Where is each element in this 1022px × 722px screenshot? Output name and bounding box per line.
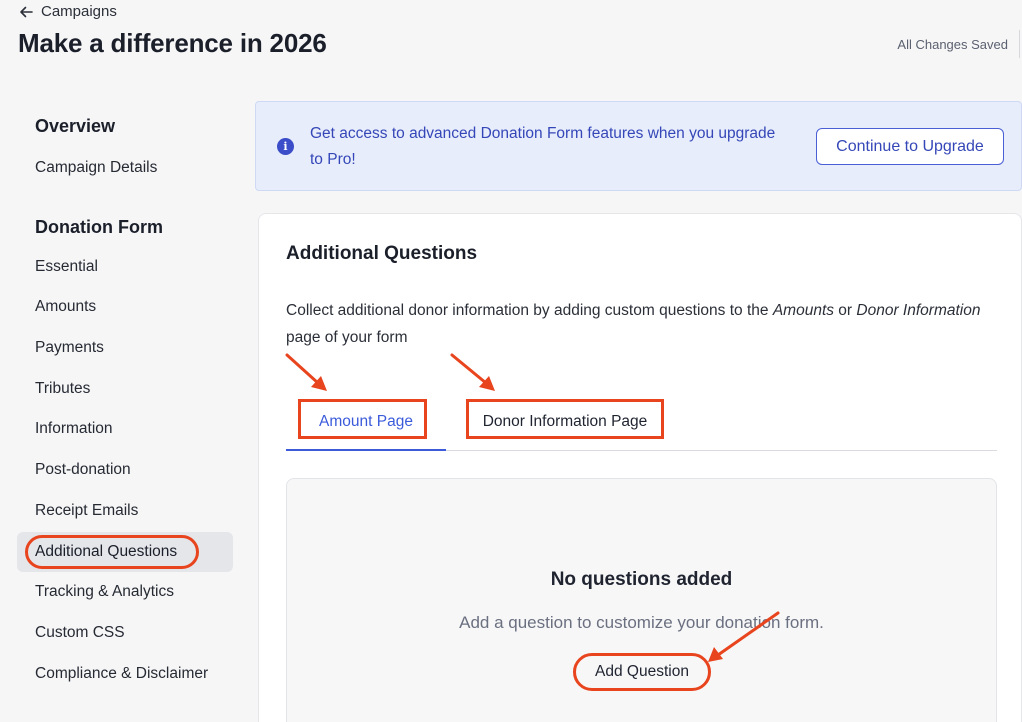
back-to-campaigns-link[interactable]: Campaigns — [18, 3, 117, 20]
sidebar-heading-overview: Overview — [35, 116, 116, 136]
sidebar-item-essential[interactable]: Essential — [17, 247, 233, 288]
page: Campaigns Make a difference in 2026 All … — [0, 0, 1022, 722]
upgrade-banner: i Get access to advanced Donation Form f… — [255, 101, 1022, 191]
arrow-left-icon — [20, 6, 33, 17]
additional-questions-card: Additional Questions Collect additional … — [258, 213, 1022, 722]
back-link-label: Campaigns — [41, 3, 117, 20]
tab-label: Amount Page — [319, 413, 413, 430]
page-title: Make a difference in 2026 — [18, 28, 327, 58]
empty-state-subtitle: Add a question to customize your donatio… — [459, 613, 824, 632]
sidebar-heading-donation-form: Donation Form — [35, 216, 163, 237]
sidebar-item-amounts[interactable]: Amounts — [17, 287, 233, 328]
continue-to-upgrade-button[interactable]: Continue to Upgrade — [816, 128, 1004, 165]
tab-donor-information-page[interactable]: Donor Information Page — [466, 394, 664, 450]
empty-state-title: No questions added — [550, 569, 733, 590]
sidebar-item-payments[interactable]: Payments — [17, 328, 233, 369]
desc-emphasis-amounts: Amounts — [772, 302, 834, 319]
sidebar-item-information[interactable]: Information — [17, 409, 233, 450]
sidebar-item-additional-questions[interactable]: Additional Questions — [17, 531, 233, 573]
save-status: All Changes Saved — [897, 37, 1008, 52]
add-question-button[interactable]: Add Question — [573, 653, 711, 691]
tab-amount-page[interactable]: Amount Page — [286, 394, 446, 451]
desc-text-2: or — [834, 302, 857, 319]
sidebar-item-label: Additional Questions — [35, 542, 178, 560]
desc-text-1: Collect additional donor information by … — [286, 302, 773, 319]
empty-state-panel: No questions added Add a question to cus… — [286, 478, 997, 722]
upgrade-banner-text: Get access to advanced Donation Form fea… — [310, 125, 776, 168]
desc-text-3: page of your form — [286, 329, 408, 346]
sidebar-item-post-donation[interactable]: Post-donation — [17, 450, 233, 491]
desc-emphasis-donor-information: Donor Information — [856, 302, 981, 319]
tab-label: Donor Information Page — [482, 413, 648, 430]
info-icon: i — [277, 138, 294, 155]
sidebar-item-custom-css[interactable]: Custom CSS — [17, 613, 233, 654]
sidebar-item-tracking-analytics[interactable]: Tracking & Analytics — [17, 572, 233, 613]
sidebar-item-campaign-details[interactable]: Campaign Details — [17, 148, 233, 189]
header-divider — [1019, 30, 1020, 58]
sidebar-donation-form-list: Essential Amounts Payments Tributes Info… — [17, 247, 233, 695]
sidebar-item-compliance-disclaimer[interactable]: Compliance & Disclaimer — [17, 654, 233, 695]
section-title: Additional Questions — [286, 243, 478, 264]
sidebar-nav: Overview Campaign Details Donation Form … — [17, 100, 233, 694]
sidebar-item-receipt-emails[interactable]: Receipt Emails — [17, 491, 233, 532]
page-tabs: Amount Page Donor Information Page — [286, 394, 997, 451]
sidebar-item-tributes[interactable]: Tributes — [17, 369, 233, 410]
section-description: Collect additional donor information by … — [286, 297, 986, 351]
